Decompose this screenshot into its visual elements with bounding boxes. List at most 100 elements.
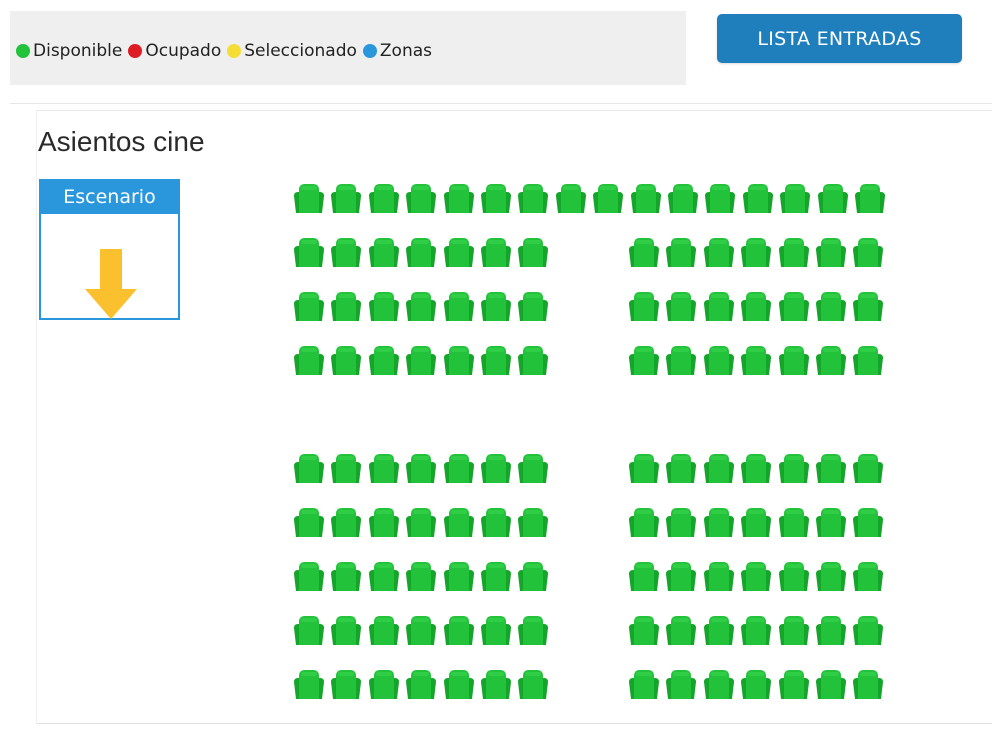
seat-icon[interactable]: [627, 290, 661, 321]
seat-icon[interactable]: [814, 290, 848, 321]
seat-icon[interactable]: [739, 290, 773, 321]
seat-icon[interactable]: [777, 560, 811, 591]
seat-icon[interactable]: [739, 344, 773, 375]
seat-icon[interactable]: [329, 614, 363, 645]
stage-zone[interactable]: Escenario: [39, 179, 180, 320]
seat-icon[interactable]: [664, 344, 698, 375]
seat-icon[interactable]: [777, 236, 811, 267]
seat-icon[interactable]: [627, 614, 661, 645]
seat-icon[interactable]: [851, 290, 885, 321]
seat-icon[interactable]: [777, 506, 811, 537]
seat-icon[interactable]: [329, 668, 363, 699]
seat-icon[interactable]: [442, 182, 476, 213]
seat-icon[interactable]: [702, 236, 736, 267]
seat-icon[interactable]: [292, 236, 326, 267]
seat-icon[interactable]: [516, 344, 550, 375]
seat-icon[interactable]: [329, 452, 363, 483]
seat-icon[interactable]: [329, 344, 363, 375]
seat-icon[interactable]: [702, 668, 736, 699]
seat-icon[interactable]: [367, 506, 401, 537]
seat-icon[interactable]: [516, 668, 550, 699]
seat-icon[interactable]: [367, 182, 401, 213]
seat-icon[interactable]: [516, 452, 550, 483]
seat-icon[interactable]: [702, 290, 736, 321]
seat-icon[interactable]: [777, 290, 811, 321]
seat-icon[interactable]: [292, 290, 326, 321]
seat-icon[interactable]: [851, 614, 885, 645]
seat-icon[interactable]: [703, 182, 737, 213]
seat-icon[interactable]: [851, 560, 885, 591]
seat-icon[interactable]: [292, 506, 326, 537]
seat-icon[interactable]: [404, 614, 438, 645]
seat-icon[interactable]: [702, 344, 736, 375]
seat-icon[interactable]: [664, 614, 698, 645]
seat-icon[interactable]: [739, 614, 773, 645]
seat-icon[interactable]: [851, 344, 885, 375]
seat-icon[interactable]: [479, 236, 513, 267]
seat-icon[interactable]: [851, 506, 885, 537]
seat-icon[interactable]: [479, 560, 513, 591]
seat-icon[interactable]: [442, 614, 476, 645]
seat-icon[interactable]: [329, 236, 363, 267]
seat-icon[interactable]: [367, 668, 401, 699]
seat-icon[interactable]: [404, 290, 438, 321]
seat-icon[interactable]: [627, 236, 661, 267]
seat-icon[interactable]: [442, 344, 476, 375]
seat-icon[interactable]: [479, 614, 513, 645]
seat-icon[interactable]: [664, 452, 698, 483]
seat-icon[interactable]: [292, 344, 326, 375]
seat-icon[interactable]: [851, 668, 885, 699]
seat-icon[interactable]: [702, 452, 736, 483]
seat-icon[interactable]: [442, 668, 476, 699]
seat-icon[interactable]: [777, 614, 811, 645]
seat-icon[interactable]: [666, 182, 700, 213]
seat-icon[interactable]: [367, 452, 401, 483]
seat-icon[interactable]: [479, 452, 513, 483]
seat-icon[interactable]: [627, 506, 661, 537]
seat-icon[interactable]: [404, 236, 438, 267]
seat-icon[interactable]: [814, 452, 848, 483]
seat-icon[interactable]: [479, 506, 513, 537]
seat-icon[interactable]: [479, 344, 513, 375]
seat-icon[interactable]: [664, 290, 698, 321]
seat-icon[interactable]: [292, 452, 326, 483]
seat-icon[interactable]: [329, 182, 363, 213]
seat-icon[interactable]: [814, 344, 848, 375]
seat-icon[interactable]: [853, 182, 887, 213]
seat-icon[interactable]: [664, 560, 698, 591]
seat-icon[interactable]: [851, 452, 885, 483]
seat-icon[interactable]: [664, 236, 698, 267]
seat-icon[interactable]: [479, 182, 513, 213]
seat-icon[interactable]: [739, 668, 773, 699]
seat-icon[interactable]: [741, 182, 775, 213]
seat-icon[interactable]: [329, 506, 363, 537]
seat-icon[interactable]: [516, 614, 550, 645]
seat-icon[interactable]: [814, 560, 848, 591]
seat-icon[interactable]: [404, 182, 438, 213]
seat-icon[interactable]: [664, 506, 698, 537]
seat-icon[interactable]: [739, 452, 773, 483]
seat-icon[interactable]: [367, 290, 401, 321]
seat-icon[interactable]: [516, 182, 550, 213]
seat-icon[interactable]: [814, 614, 848, 645]
seat-icon[interactable]: [816, 182, 850, 213]
seat-icon[interactable]: [777, 668, 811, 699]
seat-icon[interactable]: [702, 614, 736, 645]
seat-icon[interactable]: [329, 290, 363, 321]
seat-icon[interactable]: [367, 236, 401, 267]
seat-icon[interactable]: [329, 560, 363, 591]
seat-icon[interactable]: [404, 344, 438, 375]
seat-icon[interactable]: [702, 506, 736, 537]
seat-icon[interactable]: [591, 182, 625, 213]
seat-icon[interactable]: [739, 560, 773, 591]
seat-icon[interactable]: [814, 668, 848, 699]
seat-icon[interactable]: [516, 560, 550, 591]
seat-icon[interactable]: [554, 182, 588, 213]
seat-icon[interactable]: [292, 560, 326, 591]
seat-icon[interactable]: [442, 506, 476, 537]
seat-icon[interactable]: [516, 236, 550, 267]
seat-icon[interactable]: [627, 344, 661, 375]
seat-icon[interactable]: [442, 560, 476, 591]
seat-icon[interactable]: [404, 452, 438, 483]
seat-icon[interactable]: [292, 668, 326, 699]
